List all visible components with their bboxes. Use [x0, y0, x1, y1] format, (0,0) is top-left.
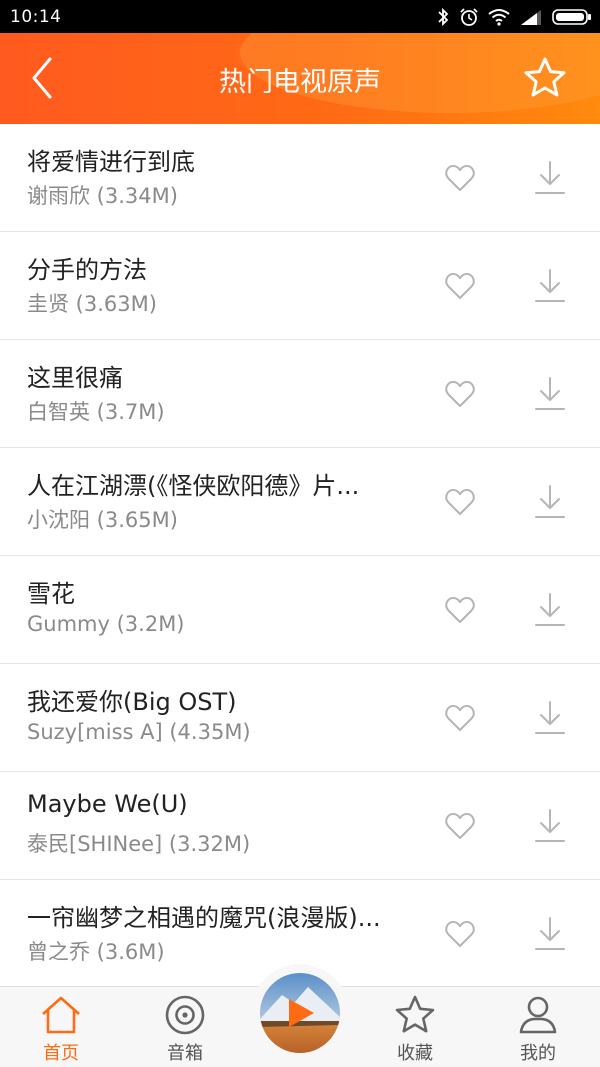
status-icons	[436, 6, 592, 28]
heart-icon	[445, 596, 475, 623]
download-icon	[535, 377, 565, 410]
like-button[interactable]	[444, 918, 476, 950]
nav-item-favorites[interactable]: 收藏	[365, 987, 465, 1067]
song-artist-size: 白智英 (3.7M)	[27, 400, 165, 424]
song-title: 将爱情进行到底	[27, 148, 195, 176]
download-button[interactable]	[534, 592, 566, 628]
speaker-icon	[165, 995, 205, 1035]
heart-icon	[445, 272, 475, 299]
album-art	[260, 973, 340, 1053]
download-button[interactable]	[534, 160, 566, 196]
like-button[interactable]	[444, 486, 476, 518]
song-title: 雪花	[27, 580, 75, 608]
song-title: 我还爱你(Big OST)	[27, 688, 237, 716]
battery-icon	[552, 9, 591, 25]
song-artist-size: Suzy[miss A] (4.35M)	[27, 720, 251, 744]
download-button[interactable]	[534, 268, 566, 304]
song-title: 人在江湖漂(《怪侠欧阳德》片...	[27, 472, 360, 500]
song-title: 分手的方法	[27, 256, 147, 284]
like-button[interactable]	[444, 702, 476, 734]
song-artist-size: Gummy (3.2M)	[27, 612, 185, 636]
like-button[interactable]	[444, 594, 476, 626]
star-icon	[524, 57, 566, 97]
like-button[interactable]	[444, 810, 476, 842]
star-icon	[395, 995, 435, 1033]
song-row[interactable]: 分手的方法圭贤 (3.63M)	[0, 232, 600, 340]
download-icon	[535, 593, 565, 626]
now-playing-button[interactable]	[251, 964, 349, 1062]
bluetooth-icon	[438, 7, 449, 27]
song-artist-size: 泰民[SHINee] (3.32M)	[27, 832, 251, 856]
nav-item-home[interactable]: 首页	[11, 987, 111, 1067]
download-icon	[535, 701, 565, 734]
song-artist-size: 曾之乔 (3.6M)	[27, 940, 165, 964]
heart-icon	[445, 380, 475, 407]
download-icon	[535, 485, 565, 518]
download-button[interactable]	[534, 376, 566, 412]
like-button[interactable]	[444, 162, 476, 194]
download-button[interactable]	[534, 700, 566, 736]
song-row[interactable]: 我还爱你(Big OST) Suzy[miss A] (4.35M)	[0, 664, 600, 772]
user-icon	[519, 996, 557, 1034]
song-artist-size: 圭贤 (3.63M)	[27, 292, 157, 316]
download-icon	[535, 809, 565, 842]
home-icon	[42, 996, 80, 1034]
song-row[interactable]: 将爱情进行到底谢雨欣 (3.34M)	[0, 124, 600, 232]
like-button[interactable]	[444, 378, 476, 410]
nav-label-speaker: 音箱	[167, 1043, 203, 1064]
like-button[interactable]	[444, 270, 476, 302]
heart-icon	[445, 164, 475, 191]
heart-icon	[445, 920, 475, 947]
download-icon	[535, 917, 565, 950]
song-row[interactable]: Maybe We(U) 泰民[SHINee] (3.32M)	[0, 772, 600, 880]
song-row[interactable]: 这里很痛白智英 (3.7M)	[0, 340, 600, 448]
wifi-icon	[488, 9, 510, 26]
heart-icon	[445, 488, 475, 515]
heart-icon	[445, 704, 475, 731]
nav-label-favorites: 收藏	[397, 1043, 433, 1064]
signal-icon	[521, 10, 541, 25]
download-icon	[535, 161, 565, 194]
song-row[interactable]: 人在江湖漂(《怪侠欧阳德》片... 小沈阳 (3.65M)	[0, 448, 600, 556]
page-title: 热门电视原声	[219, 67, 381, 98]
nav-item-mine[interactable]: 我的	[488, 987, 588, 1067]
song-title: Maybe We(U)	[27, 790, 188, 818]
status-time: 10:14	[10, 7, 62, 27]
favorite-list-button[interactable]	[522, 55, 568, 101]
heart-icon	[445, 812, 475, 839]
alarm-icon	[460, 8, 478, 26]
status-bar: 10:14	[0, 0, 600, 33]
song-artist-size: 谢雨欣 (3.34M)	[27, 184, 178, 208]
song-list[interactable]: 将爱情进行到底 谢雨欣 (3.34M) 分手的方法 圭贤 (3.63M) 这里很痛 白智英…	[0, 124, 600, 986]
play-icon	[289, 999, 314, 1027]
download-button[interactable]	[534, 484, 566, 520]
nav-item-speaker[interactable]: 音箱	[135, 987, 235, 1067]
download-button[interactable]	[534, 808, 566, 844]
download-icon	[535, 269, 565, 302]
song-title: 这里很痛	[27, 364, 123, 392]
download-button[interactable]	[534, 916, 566, 952]
song-artist-size: 小沈阳 (3.65M)	[27, 508, 178, 532]
top-app-bar: 热门电视原声	[0, 33, 600, 124]
nav-label-home: 首页	[43, 1043, 79, 1064]
nav-label-mine: 我的	[520, 1043, 556, 1064]
song-row[interactable]: 雪花 Gummy (3.2M)	[0, 556, 600, 664]
song-title: 一帘幽梦之相遇的魔咒(浪漫版)...	[27, 904, 381, 932]
